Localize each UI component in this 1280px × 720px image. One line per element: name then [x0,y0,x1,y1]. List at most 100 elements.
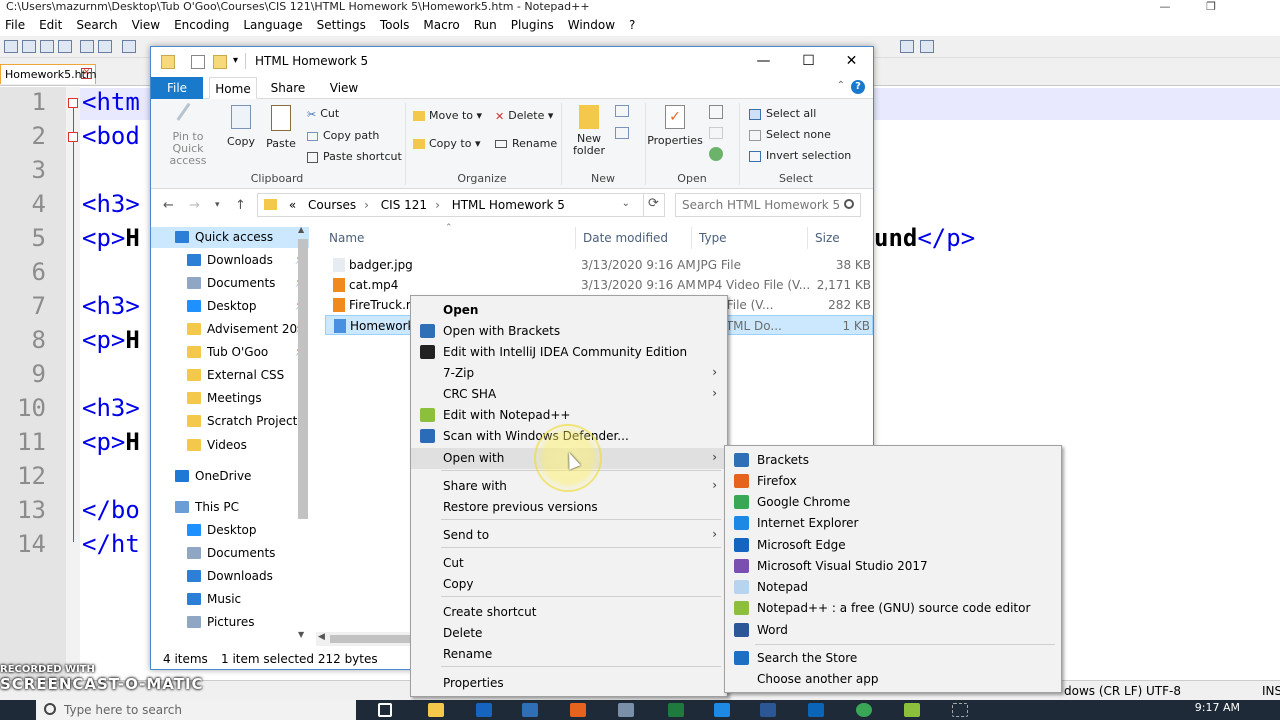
nav-item[interactable]: Scratch Project [151,411,309,432]
start-button[interactable] [0,700,36,720]
copy-path-button[interactable]: Copy path [307,129,379,142]
tab-homework5[interactable]: Homework5.htm ✕ [0,64,97,84]
breadcrumb-overflow[interactable]: « [289,198,296,212]
open-with-item[interactable]: Notepad++ : a free (GNU) source code edi… [725,598,1061,619]
code-line[interactable]: <h3> [82,394,140,422]
horizontal-scrollbar[interactable]: ◀ [316,632,412,646]
open-with-item[interactable]: Choose another app [725,669,1061,690]
context-menu-item[interactable]: Cut [411,553,727,574]
help-icon[interactable]: ? [851,80,865,94]
menu-tools[interactable]: Tools [375,16,419,36]
code-line-tail[interactable]: und</p> [874,224,975,252]
column-separator[interactable] [691,227,692,249]
properties-button[interactable]: ✓ Properties [647,105,703,147]
nav-item[interactable]: Advisement 20📌 [151,319,309,340]
menu-plugins[interactable]: Plugins [506,16,563,36]
outlook-taskbar-icon[interactable] [808,703,824,717]
open-with-item[interactable]: Brackets [725,450,1061,471]
app-taskbar-icon[interactable] [618,703,634,717]
close-file-icon[interactable] [80,40,94,53]
code-line[interactable]: <p>H [82,224,140,252]
context-menu-item[interactable]: Open [411,300,727,321]
firefox-taskbar-icon[interactable] [570,703,586,717]
paste-button[interactable]: Paste [263,105,299,150]
open-with-item[interactable]: Microsoft Visual Studio 2017 [725,556,1061,577]
nav-item[interactable]: Downloads [151,566,309,587]
column-name[interactable]: Name [329,231,364,245]
select-all-button[interactable]: Select all [749,107,816,120]
code-line[interactable]: <h3> [82,292,140,320]
collapse-ribbon-icon[interactable]: ⌃ [837,80,845,91]
open-with-item[interactable]: Notepad [725,577,1061,598]
back-arrow-icon[interactable]: ← [163,198,174,213]
context-menu-item[interactable]: Restore previous versions [411,497,727,518]
save-all-icon[interactable] [58,40,72,53]
pin-to-quick-access-button[interactable]: Pin to Quick access [157,102,219,167]
task-view-icon[interactable] [378,703,392,717]
menu-run[interactable]: Run [469,16,506,36]
taskbar-search-box[interactable]: Type here to search [36,700,356,720]
tab-file[interactable]: File [151,77,203,99]
maximize-button[interactable]: ☐ [786,47,831,75]
file-explorer-taskbar-icon[interactable] [428,703,444,717]
open-with-item[interactable]: Google Chrome [725,492,1061,513]
record-icon[interactable] [920,40,934,53]
invert-selection-button[interactable]: Invert selection [749,149,851,162]
minimize-button[interactable]: — [741,47,786,75]
taskbar-clock[interactable]: 9:17 AM [1195,701,1240,714]
code-line[interactable]: <p>H [82,428,140,456]
new-file-icon[interactable] [4,40,18,53]
nav-item[interactable]: Documents📌 [151,273,309,294]
open-file-icon[interactable] [22,40,36,53]
search-box[interactable]: Search HTML Homework 5 [675,193,861,217]
tab-home[interactable]: Home [209,77,257,99]
word-taskbar-icon[interactable] [760,703,776,717]
context-menu-item[interactable]: Edit with Notepad++ [411,405,727,426]
tab-share[interactable]: Share [263,77,313,99]
nav-item[interactable]: Meetings [151,388,309,409]
navigation-scrollbar[interactable]: ▲ ▼ [295,225,309,645]
refresh-icon[interactable]: ⟳ [643,193,663,217]
delete-button[interactable]: ✕ Delete ▾ [495,109,553,123]
context-menu-item[interactable]: Create shortcut [411,602,727,623]
menu-encoding[interactable]: Encoding [169,16,238,36]
column-type[interactable]: Type [699,231,727,245]
easy-access-icon[interactable] [615,127,629,139]
close-all-icon[interactable] [98,40,112,53]
address-bar[interactable]: « Courses › CIS 121 › HTML Homework 5 ⌄ [257,193,665,217]
nav-item[interactable]: Music [151,589,309,610]
edit-icon[interactable] [709,127,723,139]
open-with-item[interactable]: Internet Explorer [725,513,1061,534]
code-line[interactable]: </bo [82,496,140,524]
code-line[interactable]: <bod [82,122,140,150]
new-folder-quick-icon[interactable] [213,55,227,69]
nav-item[interactable]: Videos [151,435,309,456]
copy-to-button[interactable]: Copy to ▾ [413,137,480,150]
cut-button[interactable]: ✂ Cut [307,107,339,121]
menu-window[interactable]: Window [563,16,624,36]
recent-locations-icon[interactable]: ▾ [215,200,220,210]
nav-item[interactable]: Desktop [151,520,309,541]
nav-item[interactable]: Documents [151,543,309,564]
scroll-up-icon[interactable]: ▲ [298,225,304,234]
select-none-button[interactable]: Select none [749,128,831,141]
menu-language[interactable]: Language [238,16,311,36]
code-line[interactable]: <h3> [82,190,140,218]
close-tab-icon[interactable]: ✕ [81,68,92,79]
open-with-item[interactable]: Firefox [725,471,1061,492]
scroll-thumb[interactable] [298,239,308,519]
column-date-modified[interactable]: Date modified [583,231,668,245]
excel-taskbar-icon[interactable] [668,703,684,717]
snipping-tool-taskbar-icon[interactable] [952,703,968,717]
fold-marker-icon[interactable] [68,132,78,142]
edge-taskbar-icon[interactable] [476,703,492,717]
macro-icon[interactable] [900,40,914,53]
context-menu-item[interactable]: 7-Zip › [411,363,727,384]
new-item-icon[interactable] [615,105,629,117]
context-menu-item[interactable]: Rename [411,644,727,665]
nav-item[interactable]: Desktop📌 [151,296,309,317]
new-folder-button[interactable]: New folder [567,105,611,157]
open-with-item[interactable]: Search the Store [725,648,1061,669]
properties-quick-icon[interactable] [191,55,205,69]
menu-edit[interactable]: Edit [34,16,71,36]
